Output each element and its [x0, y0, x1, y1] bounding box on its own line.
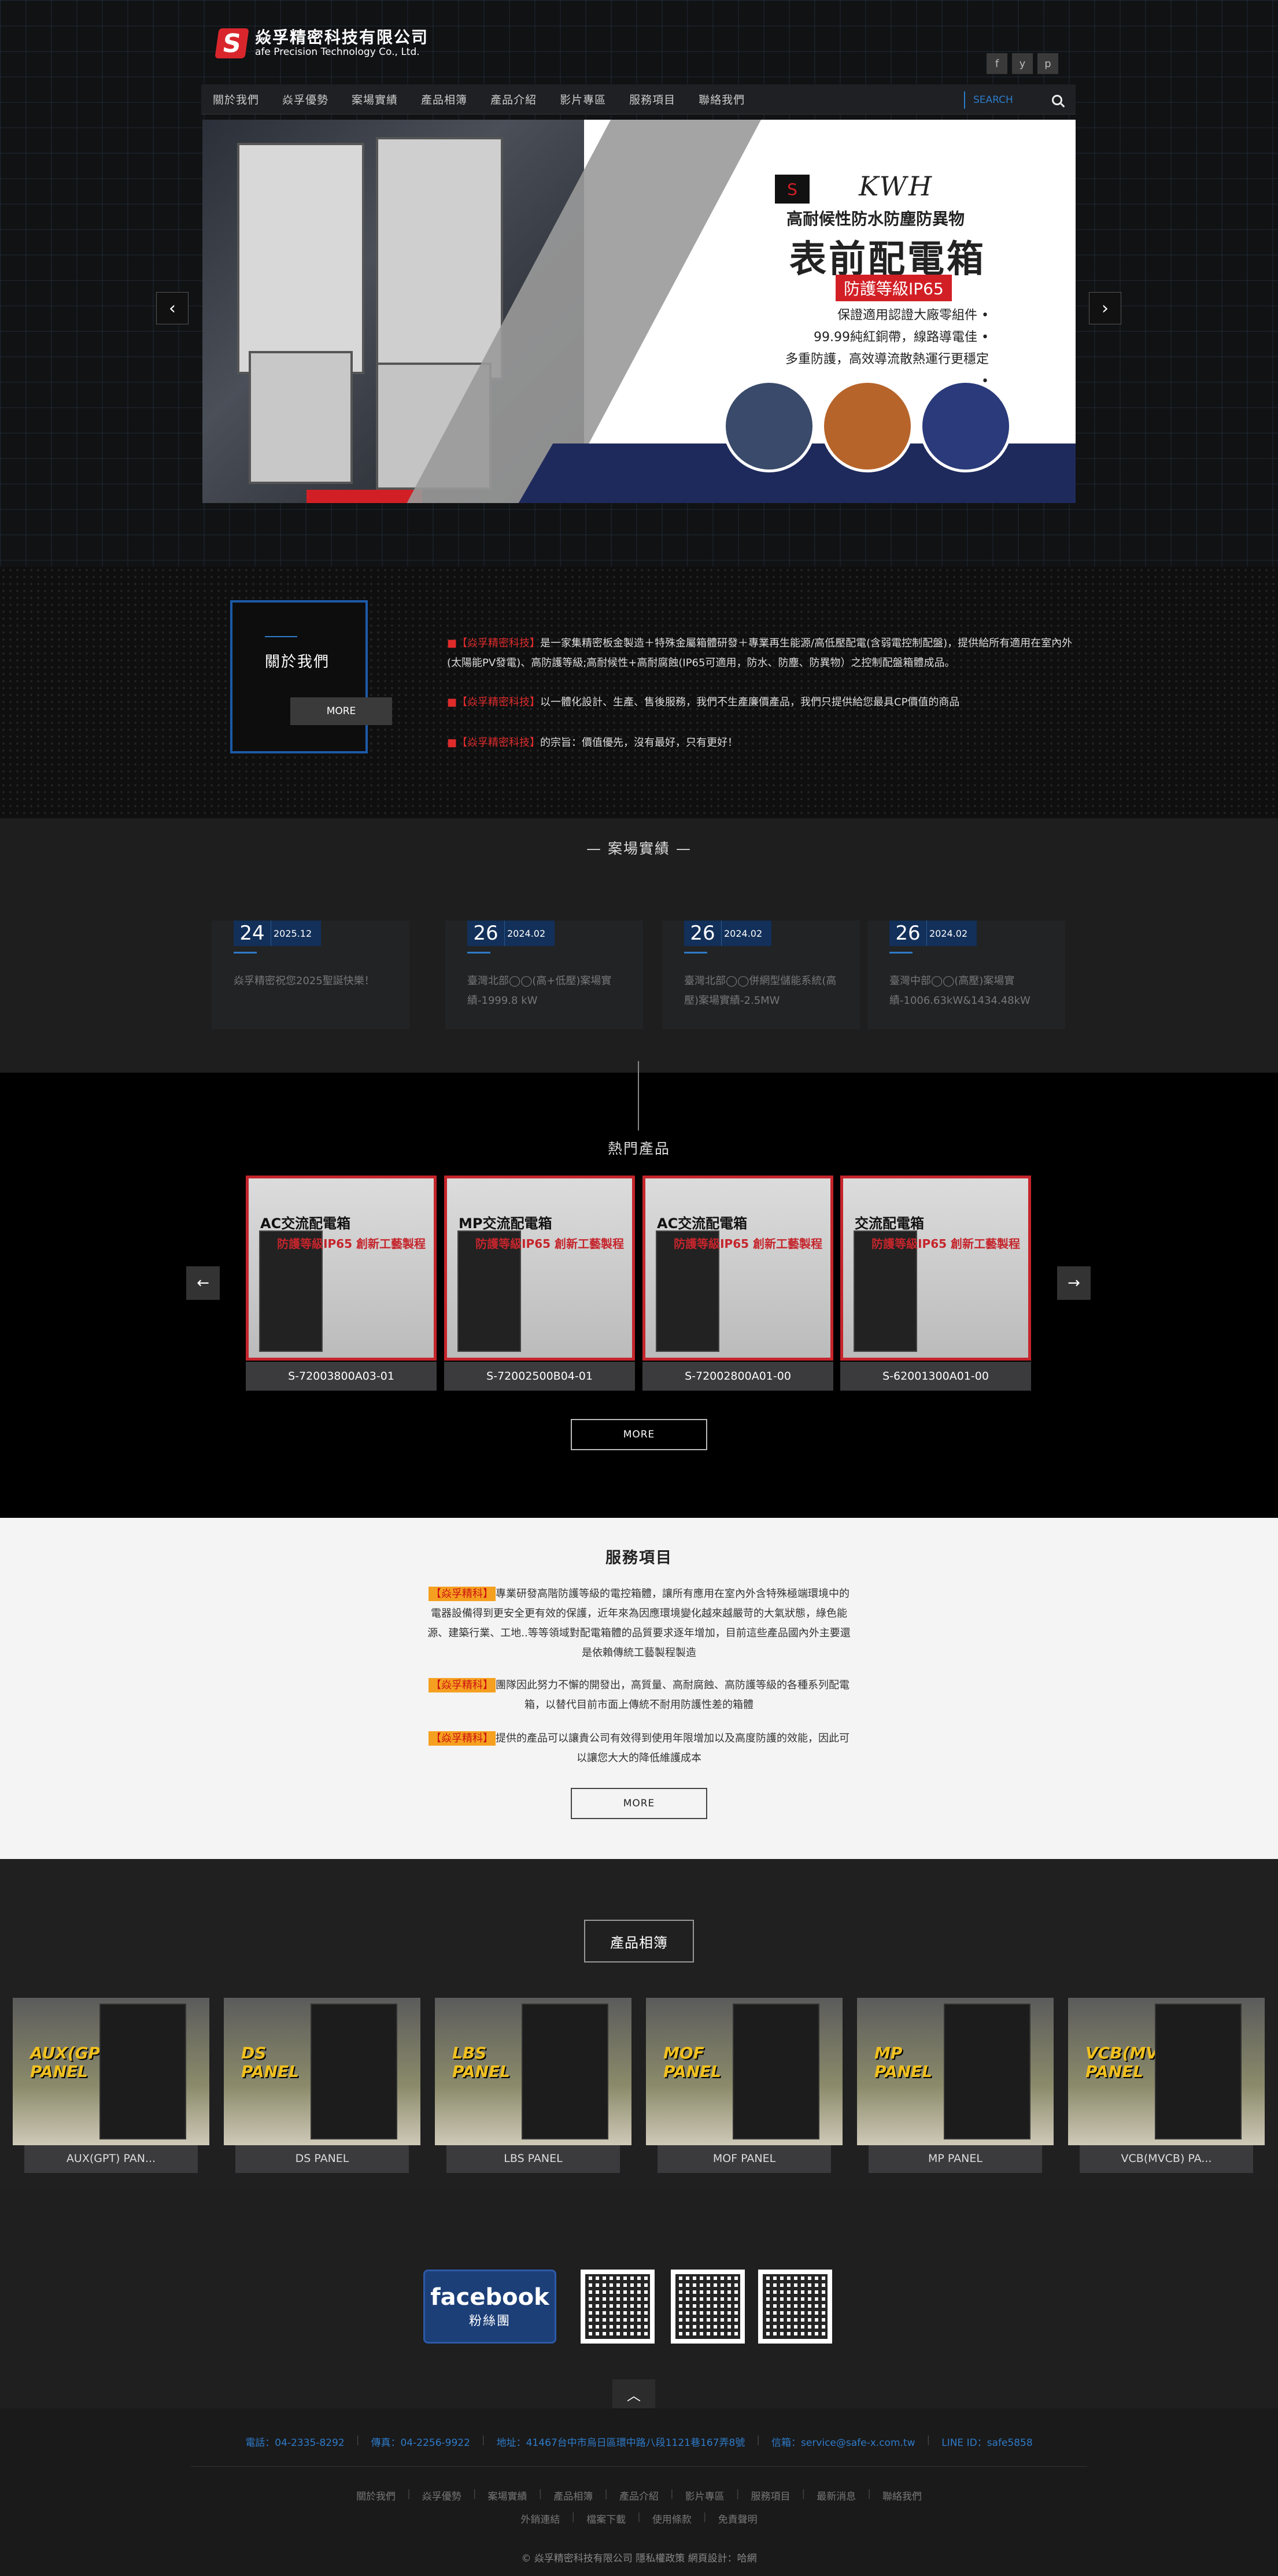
banner-prev-button[interactable]: ‹ [156, 292, 189, 324]
banner-bullet: 保證適用認證大廠零組件 • [837, 308, 989, 323]
footer-link[interactable]: 影片專區 [685, 2488, 725, 2503]
main-nav: 關於我們 焱孚優勢 案場實績 產品相簿 產品介紹 影片專區 服務項目 聯絡我們 [201, 84, 1076, 114]
about-card: 關於我們 MORE [230, 600, 392, 753]
case-card[interactable]: 26 2024.02 臺灣中部◯◯(高壓)案場實績-1006.63kW&1434.… [867, 921, 1065, 1029]
footer-links: 關於我們 | 焱孚優勢 | 案場實績 | 產品相簿 | 產品介紹 | 影片專區 | 服務項目… [356, 2488, 922, 2503]
footer-link[interactable]: 聯絡我們 [882, 2488, 922, 2503]
qr-code-icon [758, 2270, 832, 2344]
albums-title[interactable]: 產品相簿 [584, 1920, 694, 1963]
footer-link[interactable]: 產品相簿 [553, 2488, 593, 2503]
case-card[interactable]: 26 2024.02 臺灣北部◯◯(高+低壓)案場實績-1999.8 kW [445, 921, 643, 1029]
about-paragraph: ■【焱孚精密科技】的宗旨：價值優先，沒有最好，只有更好！ [447, 737, 738, 749]
footer-link[interactable]: 服務項目 [751, 2488, 790, 2503]
copyright: © 焱孚精密科技有限公司 隱私權政策 網頁設計：哈網 [521, 2553, 757, 2564]
banner-next-button[interactable]: › [1089, 292, 1121, 324]
footer-link[interactable]: 最新消息 [817, 2488, 856, 2503]
services-paragraph: 【焱孚精科】 提供的產品可以讓貴公司有效得到使用年限增加以及高度防護的效能，因此可… [425, 1729, 853, 1768]
products-prev-button[interactable]: ← [186, 1266, 220, 1300]
facebook-sub: 粉絲團 [468, 2314, 511, 2329]
nav-services[interactable]: 服務項目 [618, 91, 675, 107]
footer-link[interactable]: 檔案下載 [586, 2511, 626, 2526]
qr-code-icon [581, 2270, 655, 2344]
cases-title: — 案場實績 — [586, 840, 692, 857]
footer-link[interactable]: 外銷連結 [520, 2511, 560, 2526]
facebook-icon[interactable]: f [987, 53, 1007, 74]
search-placeholder: SEARCH [973, 94, 1013, 106]
logo[interactable]: S 焱孚精密科技有限公司 afe Precision Technology Co… [215, 26, 429, 61]
product-card[interactable]: 交流配電箱 防護等級IP65 創新工藝製程 S-62001300A01-00 [840, 1176, 1031, 1395]
hot-more-button[interactable]: MORE [571, 1419, 707, 1450]
banner-brand: KWH [859, 171, 934, 202]
nav-cases[interactable]: 案場實績 [340, 91, 398, 107]
footer-link[interactable]: 案場實績 [488, 2488, 527, 2503]
footer-contact: 電話：04-2335-8292 | 傳真：04-2256-9922 | 地址：414… [245, 2434, 1033, 2449]
qr-code-icon [671, 2270, 745, 2344]
footer-link[interactable]: 關於我們 [356, 2488, 396, 2503]
album-card[interactable]: MOF PANEL MOF PANEL [646, 1998, 843, 2173]
pinterest-icon[interactable]: p [1037, 53, 1058, 74]
nav-albums[interactable]: 產品相簿 [409, 91, 467, 107]
product-code: S-62001300A01-00 [840, 1362, 1031, 1391]
hero-banner: S KWH 高耐候性防水防塵防異物 表前配電箱 防護等級IP65 保證適用認證大… [202, 120, 1076, 503]
company-name-en: afe Precision Technology Co., Ltd. [255, 46, 420, 58]
footer-link[interactable]: 焱孚優勢 [422, 2488, 461, 2503]
product-card[interactable]: AC交流配電箱 防護等級IP65 創新工藝製程 S-72003800A03-01 [246, 1176, 437, 1395]
album-card[interactable]: LBS PANEL LBS PANEL [435, 1998, 631, 2173]
about-paragraph: ■【焱孚精密科技】是一家集精密板金製造＋特殊金屬箱體研發＋專業再生能源/高低壓配… [447, 637, 1073, 669]
banner-subtitle: 高耐候性防水防塵防異物 [786, 209, 965, 228]
divider [638, 1061, 639, 1130]
nav-contact[interactable]: 聯絡我們 [687, 91, 745, 107]
footer-link[interactable]: 使用條款 [652, 2511, 692, 2526]
search-input[interactable]: SEARCH [964, 91, 1062, 109]
banner-detail-photo [919, 380, 1012, 472]
search-icon[interactable] [1052, 95, 1062, 105]
logo-mark: S [215, 28, 249, 58]
banner-detail-photo [821, 380, 914, 472]
services-title: 服務項目 [605, 1549, 673, 1567]
footer-links-secondary: 外銷連結 | 檔案下載 | 使用條款 | 免責聲明 [520, 2511, 758, 2526]
nav-videos[interactable]: 影片專區 [548, 91, 606, 107]
services-paragraph: 【焱孚精科】 專業研發高階防護等級的電控箱體，讓所有應用在室內外含特殊極端環境中的… [427, 1587, 851, 1659]
product-card[interactable]: MP交流配電箱 防護等級IP65 創新工藝製程 S-72002500B04-01 [444, 1176, 635, 1395]
about-paragraph: ■【焱孚精密科技】以一體化設計、生產、售後服務，我們不生產廉價產品，我們只提供給… [447, 696, 960, 708]
banner-bullet: 99.99純紅銅帶，線路導電佳 • [814, 330, 989, 345]
case-card[interactable]: 26 2024.02 臺灣北部◯◯併網型儲能系統(高壓)案場實績-2.5MW [662, 921, 860, 1029]
album-card[interactable]: VCB(MVCB) PANEL VCB(MVCB) PA... [1068, 1998, 1265, 2173]
back-to-top-button[interactable]: ︿ [612, 2379, 655, 2408]
about-heading: 關於我們 [265, 653, 330, 671]
facebook-word: facebook [430, 2284, 549, 2311]
youtube-icon[interactable]: y [1012, 53, 1033, 74]
nav-about[interactable]: 關於我們 [201, 91, 259, 107]
company-name: 焱孚精密科技有限公司 [255, 28, 429, 47]
footer-link[interactable]: 免責聲明 [718, 2511, 758, 2526]
services-more-button[interactable]: MORE [571, 1788, 707, 1819]
nav-advantage[interactable]: 焱孚優勢 [271, 91, 328, 107]
album-card[interactable]: MP PANEL MP PANEL [857, 1998, 1054, 2173]
product-code: S-72003800A03-01 [246, 1362, 437, 1391]
footer-link[interactable]: 產品介紹 [619, 2488, 659, 2503]
product-code: S-72002500B04-01 [444, 1362, 635, 1391]
banner-detail-photo [723, 380, 815, 472]
product-card[interactable]: AC交流配電箱 防護等級IP65 創新工藝製程 S-72002800A01-00 [642, 1176, 833, 1395]
album-card[interactable]: AUX(GPT) PANEL AUX(GPT) PAN... [13, 1998, 209, 2173]
album-card[interactable]: DS PANEL DS PANEL [224, 1998, 420, 2173]
case-card[interactable]: 24 2025.12 焱孚精密祝您2025聖誕快樂！ [212, 921, 409, 1029]
hot-title: 熱門產品 [607, 1140, 670, 1157]
product-code: S-72002800A01-00 [642, 1362, 833, 1391]
nav-products[interactable]: 產品介紹 [479, 91, 537, 107]
banner-badge: 防護等級IP65 [836, 275, 952, 301]
products-next-button[interactable]: → [1057, 1266, 1091, 1300]
kwh-logo-icon: S [775, 175, 810, 204]
services-paragraph: 【焱孚精科】 團隊因此努力不懈的開發出，高質量、高耐腐蝕、高防護等級的各種系列配電… [425, 1676, 853, 1715]
facebook-fanpage-link[interactable]: facebook 粉絲團 [423, 2270, 556, 2344]
about-more-button[interactable]: MORE [290, 697, 392, 725]
